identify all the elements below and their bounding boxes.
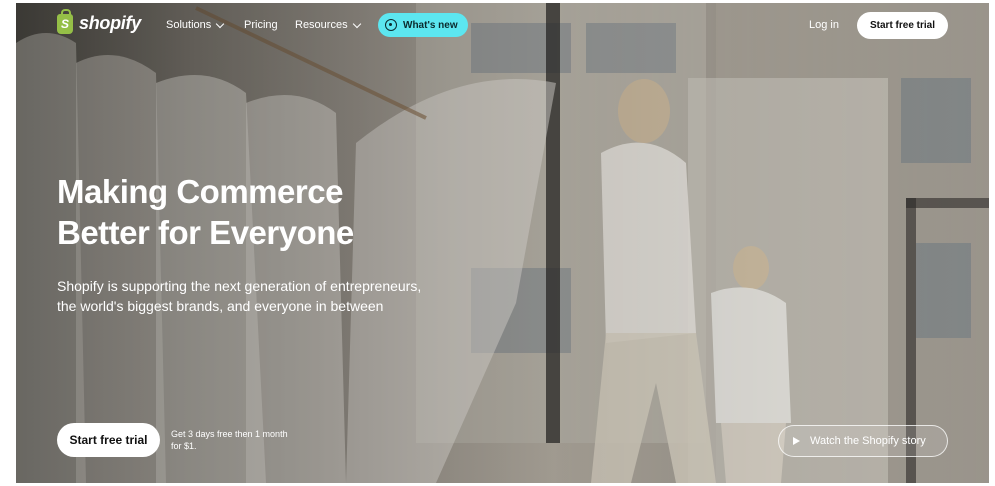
- whats-new-label: What's new: [403, 19, 458, 31]
- chevron-down-icon: [216, 19, 225, 28]
- trial-offer-note: Get 3 days free then 1 month for $1.: [171, 428, 311, 452]
- whats-new-icon: [385, 19, 397, 31]
- nav-solutions-label: Solutions: [166, 19, 212, 31]
- nav-resources-label: Resources: [295, 19, 348, 31]
- start-free-trial-hero-button[interactable]: Start free trial: [57, 423, 160, 457]
- play-icon: [793, 437, 800, 445]
- hero-subtext: Shopify is supporting the next generatio…: [57, 276, 427, 316]
- logo-wordmark: shopify: [79, 13, 141, 33]
- nav-pricing[interactable]: Pricing: [244, 19, 278, 31]
- nav-solutions[interactable]: Solutions: [166, 19, 225, 31]
- nav-pricing-label: Pricing: [244, 19, 278, 31]
- shopify-bag-icon: S: [57, 8, 73, 34]
- shopify-logo[interactable]: S shopify: [57, 8, 141, 34]
- trial-note-line-1: Get 3 days free then 1 month: [171, 429, 288, 439]
- watch-story-label: Watch the Shopify story: [810, 435, 926, 447]
- subtext-line-2: the world's biggest brands, and everyone…: [57, 298, 384, 314]
- whats-new-button[interactable]: What's new: [378, 13, 468, 37]
- hero-headline: Making Commerce Better for Everyone: [57, 171, 417, 253]
- watch-story-button[interactable]: Watch the Shopify story: [778, 425, 948, 457]
- trial-note-line-2: for $1.: [171, 441, 197, 451]
- start-free-trial-header-button[interactable]: Start free trial: [857, 12, 948, 39]
- chevron-down-icon: [352, 19, 361, 28]
- headline-line-1: Making Commerce: [57, 173, 343, 210]
- subtext-line-1: Shopify is supporting the next generatio…: [57, 278, 422, 294]
- headline-line-2: Better for Everyone: [57, 214, 354, 251]
- hero-section: S shopify Solutions Pricing Resources Wh…: [16, 3, 989, 483]
- login-link[interactable]: Log in: [809, 19, 839, 31]
- nav-resources[interactable]: Resources: [295, 19, 361, 31]
- top-navigation: S shopify Solutions Pricing Resources Wh…: [16, 3, 989, 47]
